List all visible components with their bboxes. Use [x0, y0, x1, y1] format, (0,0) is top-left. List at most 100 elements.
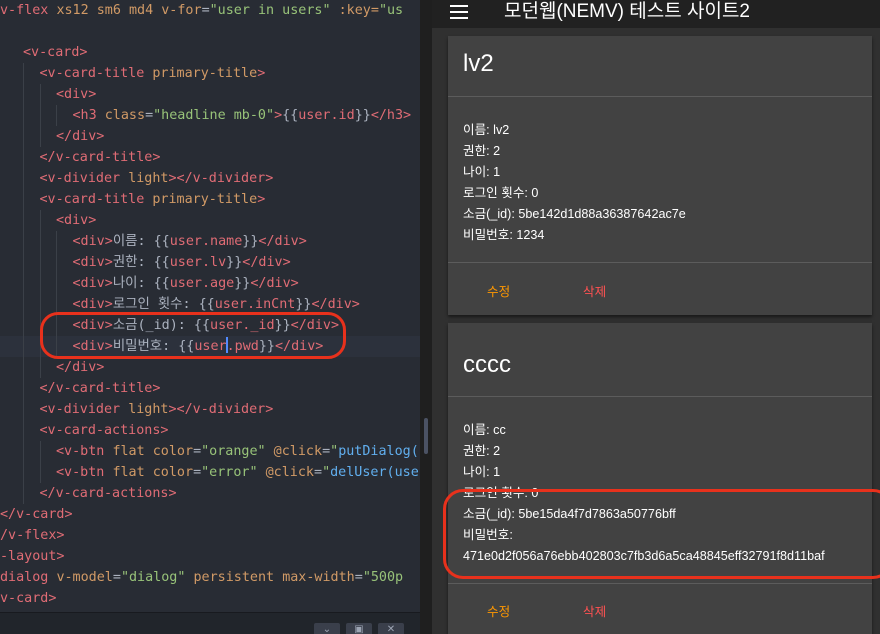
- code-line[interactable]: <div>권한: {{user.lv}}</div>: [0, 252, 420, 273]
- indent-guide: [23, 252, 24, 273]
- code-token: =: [314, 465, 323, 480]
- code-token: -layout>: [0, 549, 65, 564]
- editor-scrollbar[interactable]: [424, 418, 428, 454]
- code-token: :key=: [330, 3, 379, 18]
- code-token: <div>: [72, 255, 113, 270]
- code-line[interactable]: <v-btn flat color="orange" @click="putDi…: [0, 441, 420, 462]
- code-token: <v-card-actions>: [39, 423, 169, 438]
- delete-button[interactable]: 삭제: [583, 281, 606, 300]
- code-line[interactable]: dialog v-model="dialog" persistent max-w…: [0, 567, 420, 588]
- code-token: >: [274, 108, 283, 123]
- code-line[interactable]: <h3 class="headline mb-0">{{user.id}}</h…: [0, 105, 420, 126]
- card-field: 이름: lv2: [463, 123, 510, 137]
- code-line[interactable]: </v-card-actions>: [0, 483, 420, 504]
- code-line[interactable]: v-card>: [0, 588, 420, 609]
- code-token: >: [257, 192, 266, 207]
- panel-icon[interactable]: ▣: [346, 623, 372, 634]
- code-token: </v-card>: [0, 507, 73, 522]
- code-line[interactable]: <div>이름: {{user.name}}</div>: [0, 231, 420, 252]
- code-token: "error": [201, 465, 258, 480]
- indent-guide: [23, 357, 24, 378]
- code-line[interactable]: <div>: [0, 84, 420, 105]
- delete-button[interactable]: 삭제: [583, 601, 606, 620]
- indent-guide: [39, 273, 41, 294]
- edit-button[interactable]: 수정: [487, 601, 510, 620]
- code-editor[interactable]: v-flex xs12 sm6 md4 v-for="user in users…: [0, 0, 420, 634]
- code-line[interactable]: </v-card-title>: [0, 378, 420, 399]
- indent-guide: [23, 336, 24, 357]
- code-token: light: [128, 402, 169, 417]
- code-token: xs12 sm6 md4: [56, 3, 162, 18]
- indent-guide: [39, 441, 41, 462]
- code-line[interactable]: -layout>: [0, 546, 420, 567]
- code-token: }}: [242, 234, 259, 249]
- code-token: =: [193, 465, 202, 480]
- code-line[interactable]: <v-card-title primary-title>: [0, 189, 420, 210]
- code-token: </v-card-title>: [39, 150, 161, 165]
- indent-guide: [23, 420, 24, 441]
- code-line[interactable]: </v-card>: [0, 504, 420, 525]
- code-token: "orange": [201, 444, 266, 459]
- code-line[interactable]: v-flex xs12 sm6 md4 v-for="user in users…: [0, 0, 420, 21]
- code-token: flat color: [112, 444, 194, 459]
- code-token: 이름: {{: [112, 234, 170, 249]
- card-headline: lv2: [463, 50, 494, 77]
- code-token: </v-card-title>: [39, 381, 161, 396]
- indent-guide: [23, 210, 24, 231]
- close-icon[interactable]: ✕: [378, 623, 404, 634]
- card-field: 나이: 1: [463, 465, 501, 479]
- code-token: <v-divider: [39, 171, 129, 186]
- indent-guide: [39, 252, 41, 273]
- code-lines[interactable]: v-flex xs12 sm6 md4 v-for="user in users…: [0, 0, 420, 609]
- code-line[interactable]: <div>나이: {{user.age}}</div>: [0, 273, 420, 294]
- indent-guide: [23, 84, 24, 105]
- edit-button[interactable]: 수정: [487, 281, 510, 300]
- card-field: 로그인 횟수: 0: [463, 186, 539, 200]
- indent-guide: [39, 294, 41, 315]
- code-line[interactable]: [0, 21, 420, 42]
- indent-guide: [56, 231, 57, 252]
- indent-guide: [23, 168, 24, 189]
- code-line[interactable]: <v-divider light></v-divider>: [0, 168, 420, 189]
- code-token: <v-divider: [39, 402, 129, 417]
- code-token: }}: [226, 255, 243, 270]
- code-line[interactable]: <v-card>: [0, 42, 420, 63]
- code-token: ": [330, 444, 339, 459]
- code-line[interactable]: </div>: [0, 126, 420, 147]
- indent-guide: [23, 126, 24, 147]
- code-token: </h3>: [370, 108, 412, 123]
- code-token: user.lv: [169, 255, 227, 270]
- code-token: v-flex: [0, 3, 57, 18]
- code-token: </div>: [250, 276, 299, 291]
- code-token: }}: [295, 297, 312, 312]
- code-line[interactable]: <v-btn flat color="error" @click="delUse…: [0, 462, 420, 483]
- menu-icon[interactable]: [450, 3, 470, 19]
- code-line[interactable]: /v-flex>: [0, 525, 420, 546]
- code-line[interactable]: <v-card-title primary-title>: [0, 63, 420, 84]
- code-token: =: [201, 3, 210, 18]
- card-field: 권한: 2: [463, 444, 501, 458]
- code-token: <v-btn: [56, 444, 113, 459]
- code-line[interactable]: <div>: [0, 210, 420, 231]
- code-line[interactable]: <v-divider light></v-divider>: [0, 399, 420, 420]
- code-line[interactable]: </div>: [0, 357, 420, 378]
- code-token: </div>: [56, 129, 105, 144]
- indent-guide: [56, 105, 57, 126]
- indent-guide: [23, 315, 24, 336]
- code-token: <div>: [72, 297, 113, 312]
- code-token: </div>: [311, 297, 360, 312]
- code-token: }}: [354, 108, 371, 123]
- code-token: user.id: [298, 108, 355, 123]
- card-field: 비밀번호: 1234: [463, 228, 545, 242]
- code-token: <v-card-title: [39, 66, 153, 81]
- app-highlight-annotation: [443, 489, 880, 579]
- code-token: </div>: [56, 360, 105, 375]
- code-token: ></v-divider>: [168, 171, 274, 186]
- code-token: </div>: [242, 255, 291, 270]
- code-line[interactable]: <v-card-actions>: [0, 420, 420, 441]
- code-token: >: [257, 66, 266, 81]
- code-token: v-for: [161, 3, 202, 18]
- card-headline: cccc: [463, 351, 511, 378]
- chevron-down-icon[interactable]: ⌄: [314, 623, 340, 634]
- code-line[interactable]: </v-card-title>: [0, 147, 420, 168]
